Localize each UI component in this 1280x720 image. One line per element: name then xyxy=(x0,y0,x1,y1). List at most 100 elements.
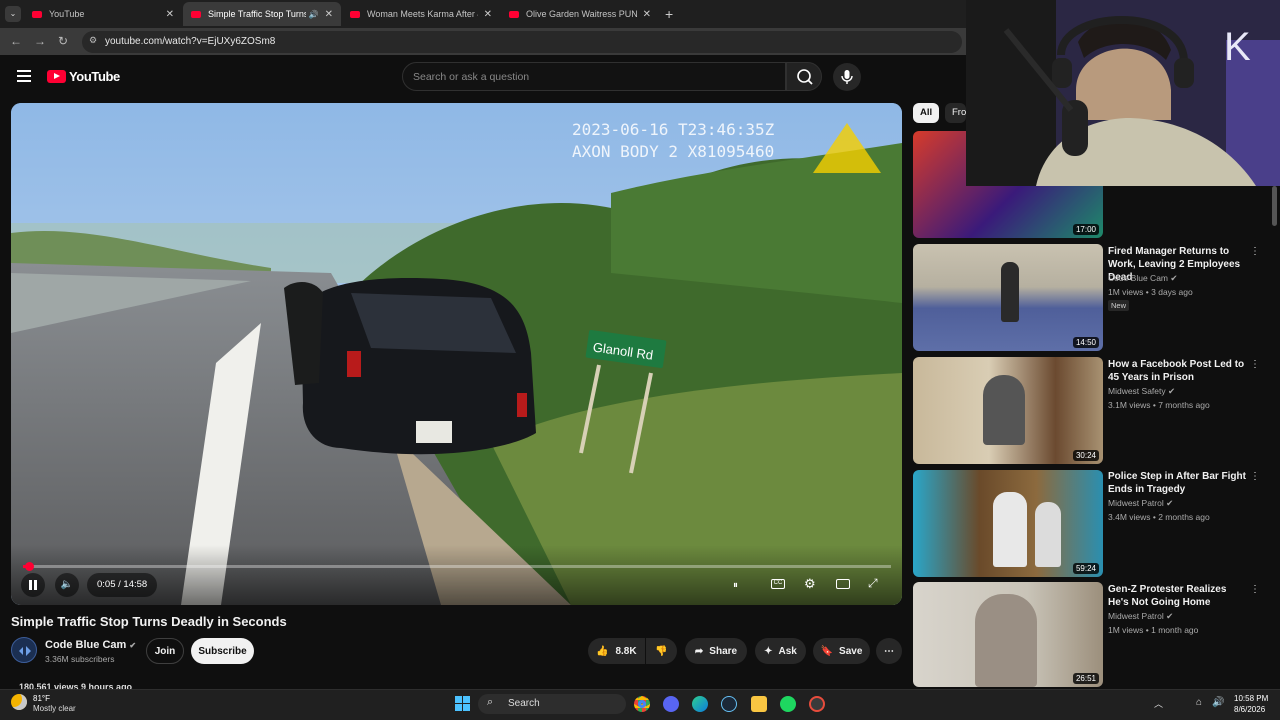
taskbar-search-box[interactable]: ⌕ Search xyxy=(478,694,626,714)
sidebar-scrollbar[interactable] xyxy=(1272,186,1277,226)
close-tab-icon[interactable]: ✕ xyxy=(643,9,651,20)
progress-bar[interactable] xyxy=(23,562,891,571)
bodycam-device-id: AXON BODY 2 X81095460 xyxy=(572,142,774,161)
file-explorer-taskbar-icon[interactable] xyxy=(751,696,767,712)
speaker-icon[interactable]: 🔊 xyxy=(309,10,319,19)
new-badge: New xyxy=(1108,300,1130,311)
close-tab-icon[interactable]: ✕ xyxy=(484,9,492,20)
subscribe-button[interactable]: Subscribe xyxy=(191,638,254,664)
search-button[interactable] xyxy=(786,62,822,91)
recommendation-meta: 1M views • 1 month ago xyxy=(1108,625,1199,635)
recommendation-thumbnail[interactable]: 59:24 xyxy=(913,470,1103,577)
new-tab-button[interactable]: + xyxy=(665,6,673,22)
thumbnail-figure xyxy=(1035,502,1061,567)
progress-scrubber[interactable] xyxy=(25,562,34,571)
recommendation-thumbnail[interactable]: 14:50 xyxy=(913,244,1103,351)
settings-gear-icon[interactable]: ⚙ xyxy=(804,576,816,592)
more-actions-button[interactable]: ⋯ xyxy=(876,638,902,664)
pause-icon xyxy=(29,580,32,590)
show-hidden-icons-chevron-icon[interactable]: ︿ xyxy=(1154,697,1163,710)
webcam-scene: K xyxy=(966,0,1280,186)
recommendation-thumbnail[interactable]: 30:24 xyxy=(913,357,1103,464)
video-player[interactable]: Glanoll Rd 2023-06-16 T23:46:35Z AXON BO… xyxy=(11,103,902,605)
windows-start-icon[interactable] xyxy=(455,696,470,711)
more-options-icon[interactable]: ⋮ xyxy=(1250,360,1260,370)
close-tab-icon[interactable]: ✕ xyxy=(325,9,333,20)
channel-avatar[interactable] xyxy=(11,637,37,663)
browser-tab-karma[interactable]: Woman Meets Karma After 4th ✕ xyxy=(342,2,500,26)
channel-name[interactable]: Code Blue Cam ✔ xyxy=(45,639,136,651)
weather-desc: Mostly clear xyxy=(33,704,76,713)
steam-taskbar-icon[interactable] xyxy=(721,696,737,712)
taskbar-time[interactable]: 10:58 PM xyxy=(1234,694,1268,703)
spotify-taskbar-icon[interactable] xyxy=(780,696,796,712)
search-input[interactable]: Search or ask a question xyxy=(402,62,786,91)
bodycam-timestamp: 2023-06-16 T23:46:35Z xyxy=(572,120,775,139)
video-frame: Glanoll Rd 2023-06-16 T23:46:35Z AXON BO… xyxy=(11,103,902,605)
chrome-taskbar-icon[interactable] xyxy=(634,696,650,712)
thumbnail-figure xyxy=(993,492,1027,567)
recommendation-channel[interactable]: Midwest Safety ✔ xyxy=(1108,386,1175,397)
forward-icon[interactable]: → xyxy=(34,34,46,48)
bookmark-icon: 🔖 xyxy=(820,645,834,657)
verified-icon: ✔ xyxy=(129,641,137,650)
weather-temp[interactable]: 81°F xyxy=(33,694,50,703)
edge-taskbar-icon[interactable] xyxy=(692,696,708,712)
discord-taskbar-icon[interactable] xyxy=(663,696,679,712)
recommendation-thumbnail[interactable]: 26:51 xyxy=(913,582,1103,687)
recommendation-channel[interactable]: Midwest Patrol ✔ xyxy=(1108,498,1173,509)
time-display: 0:05 / 14:58 xyxy=(87,573,158,597)
recommendation-meta: 3.4M views • 2 months ago xyxy=(1108,512,1210,522)
more-horizontal-icon: ⋯ xyxy=(884,645,894,657)
webcam-overlay: K xyxy=(966,0,1280,186)
dislike-button[interactable]: 👎 xyxy=(646,638,677,664)
recommendation-channel[interactable]: Code Blue Cam ✔ xyxy=(1108,273,1178,284)
recommendation-title[interactable]: Police Step in After Bar Fight Ends in T… xyxy=(1108,470,1246,496)
ask-button[interactable]: ✦ Ask xyxy=(755,638,806,664)
volume-icon[interactable]: 🔊 xyxy=(1212,697,1224,708)
tab-list-dropdown[interactable]: ⌄ xyxy=(5,6,21,22)
browser-tab-olive-garden[interactable]: Olive Garden Waitress PUNCHE ✕ xyxy=(501,2,659,26)
chip-all[interactable]: All xyxy=(913,103,940,123)
fullscreen-icon[interactable]: ⤢ xyxy=(868,576,878,591)
reload-icon[interactable]: ↻ xyxy=(58,34,68,48)
youtube-favicon-icon xyxy=(191,10,201,18)
recommendation-channel[interactable]: Midwest Patrol ✔ xyxy=(1108,611,1173,622)
miniplayer-icon[interactable] xyxy=(836,579,850,589)
hamburger-menu-icon[interactable] xyxy=(17,70,31,85)
like-button[interactable]: 👍 8.8K xyxy=(588,638,645,664)
chip-from[interactable]: Fro xyxy=(945,103,966,123)
share-button[interactable]: ➦ Share xyxy=(685,638,747,664)
youtube-favicon-icon xyxy=(32,10,42,18)
save-button[interactable]: 🔖 Save xyxy=(813,638,870,664)
thumbs-down-icon: 👎 xyxy=(655,645,668,657)
verified-icon: ✔ xyxy=(1166,611,1174,621)
microphone-icon xyxy=(841,70,853,84)
more-options-icon[interactable]: ⋮ xyxy=(1250,472,1260,482)
network-icon[interactable]: ⌂ xyxy=(1196,697,1202,708)
captions-button[interactable]: CC xyxy=(771,579,785,589)
back-icon[interactable]: ← xyxy=(10,34,22,48)
taskbar-date[interactable]: 8/6/2026 xyxy=(1234,705,1265,714)
channel-logo-icon xyxy=(19,646,31,656)
k-neon-icon: K xyxy=(1224,25,1251,69)
site-info-icon[interactable]: ⚙ xyxy=(89,35,97,46)
autoplay-toggle[interactable]: ⏸ xyxy=(733,580,738,591)
more-options-icon[interactable]: ⋮ xyxy=(1250,247,1260,257)
voice-search-button[interactable] xyxy=(833,63,861,91)
url-field[interactable]: ⚙ youtube.com/watch?v=EjUXy6ZOSm8 xyxy=(82,31,962,53)
browser-tab-active-video[interactable]: Simple Traffic Stop Turns De 🔊 ✕ xyxy=(183,2,341,26)
recommendation-title[interactable]: How a Facebook Post Led to 45 Years in P… xyxy=(1108,358,1246,384)
youtube-logo[interactable]: YouTube xyxy=(47,69,120,84)
volume-button[interactable]: 🔈 xyxy=(55,573,79,597)
recommendation-title[interactable]: Gen-Z Protester Realizes He's Not Going … xyxy=(1108,583,1246,609)
youtube-favicon-icon xyxy=(509,10,519,18)
browser-tab-youtube[interactable]: YouTube ✕ xyxy=(24,2,182,26)
app-taskbar-icon[interactable] xyxy=(809,696,825,712)
more-options-icon[interactable]: ⋮ xyxy=(1250,585,1260,595)
pause-button[interactable] xyxy=(21,573,45,597)
youtube-favicon-icon xyxy=(350,10,360,18)
join-button[interactable]: Join xyxy=(146,638,184,664)
share-arrow-icon: ➦ xyxy=(694,645,704,657)
close-tab-icon[interactable]: ✕ xyxy=(166,9,174,20)
